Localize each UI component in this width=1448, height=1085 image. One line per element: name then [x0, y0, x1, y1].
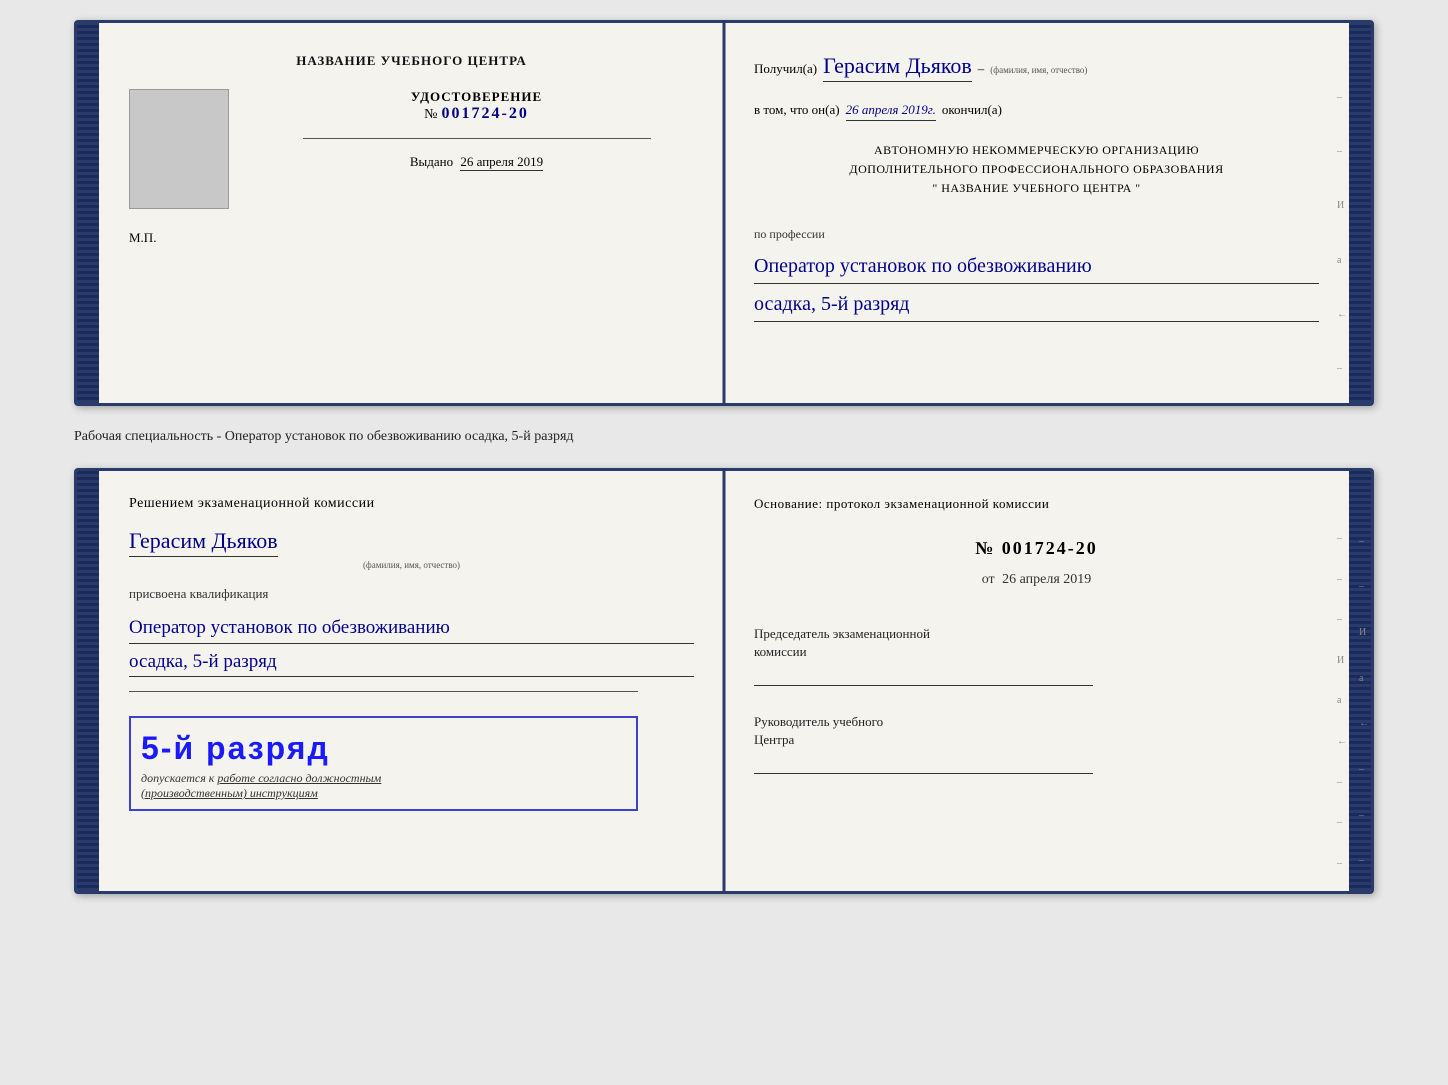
cert-photo [129, 89, 229, 209]
person-name-bottom: Герасим Дьяков [129, 528, 278, 557]
rank-large-text: 5-й разряд [141, 730, 626, 767]
side-marks-bottom-right: –––Иа←––– [1337, 521, 1347, 881]
spine-right [1349, 23, 1371, 403]
doc-number: 001724-20 [442, 105, 529, 123]
side-marks-top: ––Иа←– [1337, 73, 1347, 393]
head-sig-line [754, 754, 1093, 774]
profession-label: по профессии [754, 227, 1319, 242]
received-name: Герасим Дьяков [823, 53, 972, 82]
org-line2: ДОПОЛНИТЕЛЬНОГО ПРОФЕССИОНАЛЬНОГО ОБРАЗО… [754, 160, 1319, 179]
dopusk-label: допускается к [141, 771, 214, 785]
in-that-label: в том, что он(а) [754, 102, 840, 118]
chairman-sig-line [754, 666, 1093, 686]
profession-line1: Оператор установок по обезвоживанию [754, 252, 1319, 284]
spine-left-bottom [77, 471, 99, 891]
chairman-block: Председатель экзаменационной комиссии [754, 626, 1319, 686]
rank-box: 5-й разряд допускается к работе согласно… [129, 716, 638, 811]
received-label: Получил(а) [754, 61, 817, 77]
name-sub-bottom: (фамилия, имя, отчество) [129, 560, 694, 570]
cert-top-date: 26 апреля 2019г. [846, 102, 936, 121]
bottom-certificate: Решением экзаменационной комиссии Гераси… [74, 468, 1374, 894]
org-block: АВТОНОМНУЮ НЕКОММЕРЧЕСКУЮ ОРГАНИЗАЦИЮ ДО… [754, 141, 1319, 199]
issued-date: 26 апреля 2019 [460, 154, 543, 171]
org-line3: " НАЗВАНИЕ УЧЕБНОГО ЦЕНТРА " [754, 179, 1319, 198]
cert-bottom-left: Решением экзаменационной комиссии Гераси… [99, 471, 724, 891]
dopusk-block: допускается к работе согласно должностны… [141, 771, 626, 801]
mp-label: М.П. [129, 230, 156, 245]
qualification-line2: осадка, 5-й разряд [129, 648, 694, 678]
cert-top-left: НАЗВАНИЕ УЧЕБНОГО ЦЕНТРА УДОСТОВЕРЕНИЕ №… [99, 23, 724, 403]
osnov-title: Основание: протокол экзаменационной коми… [754, 496, 1319, 512]
head-block: Руководитель учебного Центра [754, 714, 1319, 774]
date-value: 26 апреля 2019 [1002, 572, 1091, 587]
doc-number-prefix: № [424, 107, 437, 123]
cert-top-label: Рабочая специальность - Оператор установ… [74, 424, 1374, 450]
finished-label: окончил(а) [942, 102, 1002, 118]
chairman-label2: комиссии [754, 644, 1319, 660]
photo-num-row: УДОСТОВЕРЕНИЕ № 001724-20 Выдано 26 апре… [129, 89, 694, 209]
spine-left [77, 23, 99, 403]
decision-title: Решением экзаменационной комиссии [129, 496, 694, 512]
side-marks-bottom-left: ––Иа←––– [1359, 521, 1369, 881]
date-prefix: от [982, 572, 995, 587]
qualification-line1: Оператор установок по обезвоживанию [129, 614, 694, 644]
cert-bottom-right: Основание: протокол экзаменационной коми… [724, 471, 1349, 891]
name-sub-top: (фамилия, имя, отчество) [990, 65, 1087, 75]
issued-label: Выдано [410, 154, 453, 169]
doc-label: УДОСТОВЕРЕНИЕ [411, 89, 542, 105]
head-label2: Центра [754, 732, 1319, 748]
chairman-label: Председатель экзаменационной [754, 626, 1319, 642]
cert-top-title: НАЗВАНИЕ УЧЕБНОГО ЦЕНТРА [296, 53, 527, 69]
qualification-label: присвоена квалификация [129, 586, 694, 602]
top-certificate: НАЗВАНИЕ УЧЕБНОГО ЦЕНТРА УДОСТОВЕРЕНИЕ №… [74, 20, 1374, 406]
protocol-date: от 26 апреля 2019 [754, 572, 1319, 588]
cert-top-right: Получил(а) Герасим Дьяков – (фамилия, им… [724, 23, 1349, 403]
num-issued-block: УДОСТОВЕРЕНИЕ № 001724-20 Выдано 26 апре… [259, 89, 694, 170]
dopusk-value: работе согласно должностным [217, 771, 381, 785]
head-label: Руководитель учебного [754, 714, 1319, 730]
org-line1: АВТОНОМНУЮ НЕКОММЕРЧЕСКУЮ ОРГАНИЗАЦИЮ [754, 141, 1319, 160]
profession-line2: осадка, 5-й разряд [754, 290, 1319, 322]
dash: – [978, 61, 985, 77]
dopusk-value2: (производственным) инструкциям [141, 786, 318, 800]
protocol-num: № 001724-20 [754, 538, 1319, 559]
